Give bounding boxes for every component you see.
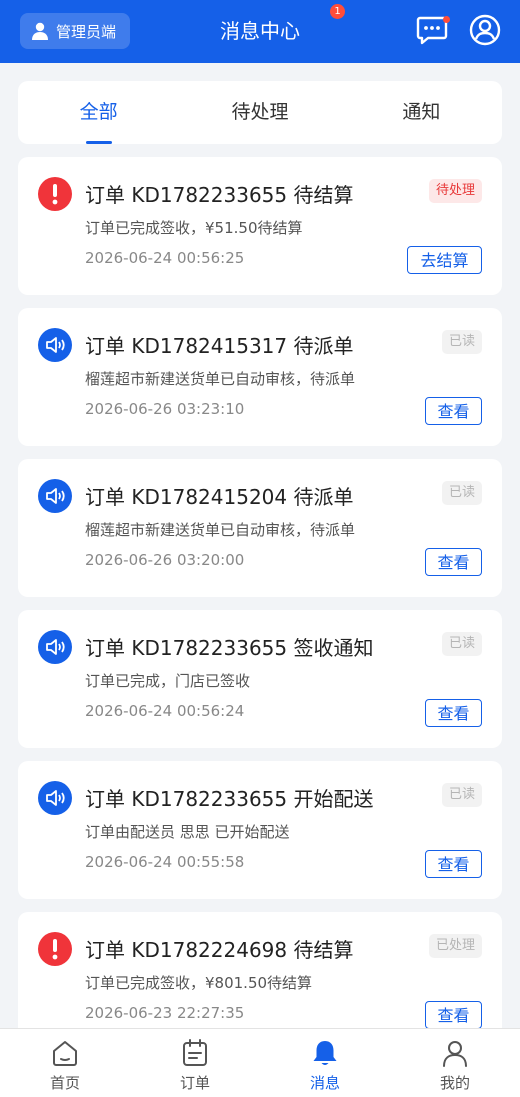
message-desc: 订单已完成，门店已签收: [85, 672, 251, 690]
speaker-icon: [38, 328, 72, 362]
alert-icon: [38, 932, 72, 966]
status-badge: 已处理: [428, 934, 482, 958]
view-button[interactable]: 查看: [425, 1001, 482, 1029]
role-label: 管理员端: [56, 22, 117, 41]
message-title: 订单 KD1782233655 签收通知: [85, 636, 374, 660]
message-time: 2026-06-24 00:56:24: [85, 702, 245, 720]
message-desc: 订单已完成签收，¥51.50待结算: [85, 219, 303, 237]
nav-profile-label: 我的: [439, 1074, 470, 1092]
message-title: 订单 KD1782415317 待派单: [85, 334, 354, 358]
nav-orders-label: 订单: [179, 1074, 210, 1092]
alert-icon: [38, 177, 72, 211]
message-time: 2026-06-24 00:56:25: [85, 249, 245, 267]
profile-icon: [443, 1041, 467, 1067]
nav-messages-label: 消息: [309, 1074, 340, 1092]
message-time: 2026-06-23 22:27:35: [85, 1004, 245, 1022]
message-count-badge: 1: [330, 4, 345, 19]
message-time: 2026-06-26 03:20:00: [85, 551, 245, 569]
message-card[interactable]: 订单 KD1782415204 待派单 榴莲超市新建送货单已自动审核，待派单 2…: [18, 459, 502, 597]
bottom-nav: 首页 订单 消息 我的: [0, 1028, 520, 1097]
home-icon: [53, 1041, 77, 1066]
status-badge: 已读: [441, 783, 482, 807]
message-title: 订单 KD1782415204 待派单: [85, 485, 354, 509]
filter-tabs: 全部 待处理 通知: [18, 81, 502, 144]
settle-button[interactable]: 去结算: [407, 246, 482, 274]
bell-icon: [313, 1041, 337, 1065]
message-time: 2026-06-24 00:55:58: [85, 853, 245, 871]
message-list: 订单 KD1782233655 待结算 订单已完成签收，¥51.50待结算 20…: [18, 157, 502, 1063]
person-icon: [32, 22, 48, 40]
view-button[interactable]: 查看: [425, 699, 482, 727]
nav-home[interactable]: 首页: [0, 1029, 130, 1097]
message-title: 订单 KD1782233655 待结算: [85, 183, 354, 207]
view-button[interactable]: 查看: [425, 548, 482, 576]
order-icon: [183, 1039, 207, 1066]
message-desc: 订单由配送员 思思 已开始配送: [85, 823, 290, 841]
message-card[interactable]: 订单 KD1782415317 待派单 榴莲超市新建送货单已自动审核，待派单 2…: [18, 308, 502, 446]
role-switch-button[interactable]: 管理员端: [20, 13, 130, 49]
speaker-icon: [38, 630, 72, 664]
message-title: 订单 KD1782224698 待结算: [85, 938, 354, 962]
nav-home-label: 首页: [49, 1074, 80, 1092]
status-badge: 已读: [441, 481, 482, 505]
tab-notice[interactable]: 通知: [341, 81, 502, 144]
status-badge: 待处理: [428, 179, 482, 203]
message-card[interactable]: 订单 KD1782233655 待结算 订单已完成签收，¥51.50待结算 20…: [18, 157, 502, 295]
header-bar: 管理员端 消息中心: [0, 0, 520, 63]
tab-all[interactable]: 全部: [18, 81, 179, 144]
speaker-icon: [38, 781, 72, 815]
message-desc: 榴莲超市新建送货单已自动审核，待派单: [85, 521, 356, 539]
message-card[interactable]: 订单 KD1782233655 开始配送 订单由配送员 思思 已开始配送 202…: [18, 761, 502, 899]
message-desc: 订单已完成签收，¥801.50待结算: [85, 974, 313, 992]
view-button[interactable]: 查看: [425, 850, 482, 878]
unread-dot: [443, 16, 450, 23]
message-title: 订单 KD1782233655 开始配送: [85, 787, 374, 811]
status-badge: 已读: [441, 632, 482, 656]
message-desc: 榴莲超市新建送货单已自动审核，待派单: [85, 370, 356, 388]
view-button[interactable]: 查看: [425, 397, 482, 425]
message-time: 2026-06-26 03:23:10: [85, 400, 245, 418]
nav-profile[interactable]: 我的: [390, 1029, 520, 1097]
user-profile-icon[interactable]: [469, 14, 501, 46]
message-card[interactable]: 订单 KD1782233655 签收通知 订单已完成，门店已签收 2026-06…: [18, 610, 502, 748]
status-badge: 已读: [441, 330, 482, 354]
speaker-icon: [38, 479, 72, 513]
tab-pending[interactable]: 待处理: [179, 81, 340, 144]
nav-orders[interactable]: 订单: [130, 1029, 260, 1097]
nav-messages[interactable]: 消息: [260, 1029, 390, 1097]
